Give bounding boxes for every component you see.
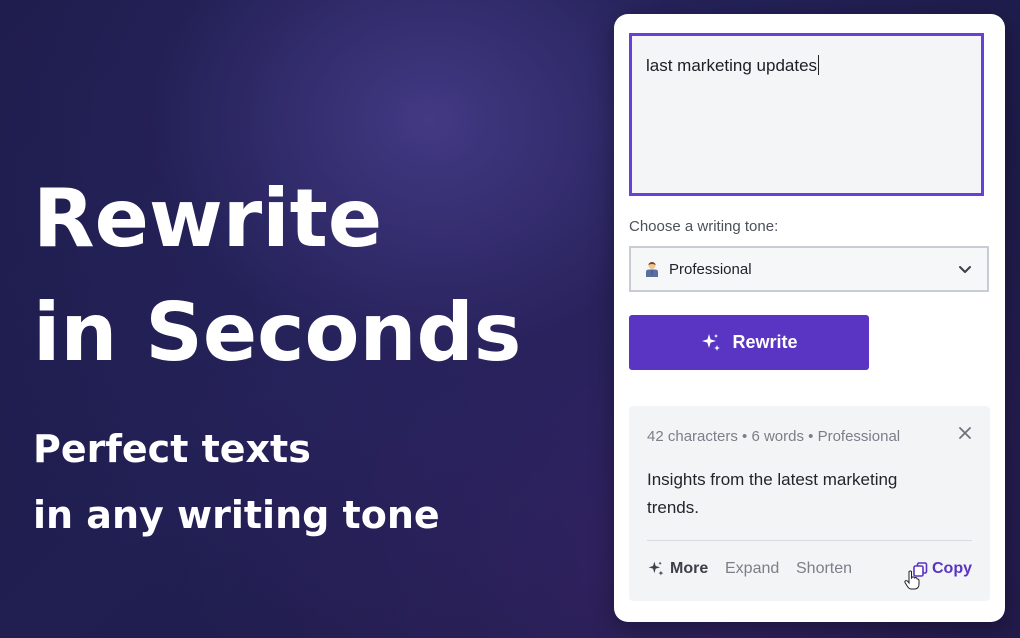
copy-button[interactable]: Copy <box>913 560 972 578</box>
sparkles-icon <box>702 333 721 351</box>
hero-subtitle: Perfect texts in any writing tone <box>33 416 521 548</box>
result-card: 42 characters • 6 words • Professional I… <box>629 406 990 601</box>
hero-subtitle-line-1: Perfect texts <box>33 427 311 471</box>
input-text: last marketing updates <box>646 56 818 75</box>
shorten-button[interactable]: Shorten <box>796 560 852 578</box>
hero-subtitle-line-2: in any writing tone <box>33 493 440 537</box>
tone-select[interactable]: Professional <box>629 246 989 292</box>
more-label: More <box>670 560 709 577</box>
input-textarea[interactable]: last marketing updates <box>629 33 984 196</box>
rewrite-button-label: Rewrite <box>732 332 798 352</box>
hand-cursor-icon <box>904 570 920 590</box>
more-button[interactable]: More <box>647 560 708 578</box>
tone-label: Choose a writing tone: <box>629 218 779 235</box>
hero: Rewrite in Seconds Perfect texts in any … <box>33 162 521 548</box>
hero-title: Rewrite in Seconds <box>33 162 521 390</box>
hero-title-line-1: Rewrite <box>33 172 383 265</box>
rewrite-button[interactable]: Rewrite <box>629 315 869 370</box>
copy-label: Copy <box>932 560 972 577</box>
rewrite-panel: last marketing updates Choose a writing … <box>614 14 1005 622</box>
sparkles-icon <box>648 561 664 576</box>
chevron-down-icon <box>959 266 971 273</box>
hero-title-line-2: in Seconds <box>33 286 522 379</box>
result-text: Insights from the latest marketing trend… <box>647 470 898 517</box>
result-meta: 42 characters • 6 words • Professional <box>647 428 901 445</box>
divider <box>647 540 972 541</box>
close-icon[interactable] <box>958 426 972 440</box>
expand-button[interactable]: Expand <box>725 560 779 578</box>
text-caret <box>818 55 820 75</box>
result-actions: More Expand Shorten Copy <box>647 560 972 590</box>
tone-select-value: Professional <box>669 260 752 278</box>
businessman-emoji-icon <box>645 261 659 277</box>
